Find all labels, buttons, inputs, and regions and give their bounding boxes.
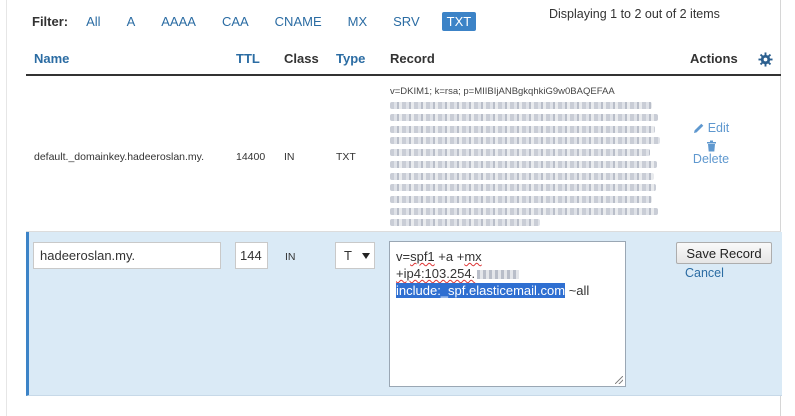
redacted-line [390, 219, 540, 227]
dns-zone-editor: Filter: All A AAAA CAA CNAME MX SRV TXT … [0, 0, 795, 416]
column-record-header: Record [390, 51, 435, 66]
redacted-line [390, 114, 658, 122]
column-name-header[interactable]: Name [34, 51, 69, 66]
table-row: default._domainkey.hadeeroslan.my. 14400… [26, 76, 781, 232]
ttl-input[interactable]: 144 [235, 242, 268, 269]
pencil-icon [693, 123, 704, 133]
type-select[interactable]: T [335, 242, 375, 269]
redacted-line [390, 160, 657, 168]
delete-button[interactable]: Delete [676, 140, 746, 166]
column-type-header[interactable]: Type [336, 51, 365, 66]
table-header: Name TTL Class Type Record Actions [26, 44, 781, 76]
redacted-line [390, 195, 652, 203]
record-type: TXT [336, 151, 356, 163]
delete-label: Delete [692, 152, 730, 166]
select-caret-icon [362, 253, 370, 259]
redacted-line [390, 184, 656, 192]
column-class-header: Class [284, 51, 319, 66]
edit-record-row: hadeeroslan.my. 144 IN T v=spf1 +a +mx +… [26, 232, 782, 396]
filter-txt[interactable]: TXT [441, 11, 477, 31]
left-border [6, 0, 7, 416]
filter-a[interactable]: A [123, 12, 140, 31]
class-value: IN [285, 251, 296, 263]
filter-aaaa[interactable]: AAAA [157, 12, 200, 31]
filter-bar: Filter: All A AAAA CAA CNAME MX SRV TXT [32, 10, 494, 32]
redacted-line [390, 137, 660, 145]
column-actions-header: Actions [690, 51, 738, 66]
record-line-2: +ip4:103.254. [396, 265, 619, 282]
redacted-line [390, 125, 655, 133]
record-textarea[interactable]: v=spf1 +a +mx +ip4:103.254. include:_spf… [389, 241, 626, 387]
record-value: v=DKIM1; k=rsa; p=MIIBIjANBgkqhkiG9w0BAQ… [390, 86, 665, 231]
record-value-prefix: v=DKIM1; k=rsa; p=MIIBIjANBgkqhkiG9w0BAQ… [390, 86, 615, 97]
filter-caa[interactable]: CAA [218, 12, 253, 31]
gear-icon[interactable] [758, 52, 773, 67]
row-actions: Edit Delete [676, 121, 746, 166]
spelling-flag: spf1 [410, 249, 435, 264]
record-ttl: 14400 [236, 151, 266, 163]
spelling-flag: mx [464, 249, 482, 264]
redacted-line [390, 172, 654, 180]
record-name: default._domainkey.hadeeroslan.my. [34, 151, 205, 163]
record-class: IN [284, 151, 295, 163]
selected-text: include:_spf.elasticemail.com [396, 283, 566, 298]
filter-srv[interactable]: SRV [389, 12, 424, 31]
type-select-value: T [344, 248, 352, 263]
redacted-ip [477, 270, 520, 280]
save-record-button[interactable]: Save Record [676, 242, 772, 264]
trash-icon [706, 140, 716, 152]
name-input[interactable]: hadeeroslan.my. [33, 242, 221, 269]
textarea-resize-handle[interactable] [615, 376, 623, 384]
record-line-1: v=spf1 +a +mx [396, 249, 482, 264]
pagination-summary: Displaying 1 to 2 out of 2 items [549, 7, 720, 21]
column-ttl-header[interactable]: TTL [236, 51, 260, 66]
redacted-line [390, 102, 652, 110]
cancel-link[interactable]: Cancel [685, 266, 724, 280]
filter-mx[interactable]: MX [344, 12, 372, 31]
edit-label: Edit [707, 121, 730, 135]
filter-all[interactable]: All [82, 12, 104, 31]
filter-cname[interactable]: CNAME [271, 12, 326, 31]
record-line-3: include:_spf.elasticemail.com ~all [396, 283, 590, 298]
edit-button[interactable]: Edit [676, 121, 746, 135]
filter-label: Filter: [32, 13, 69, 29]
redacted-line [390, 207, 658, 215]
redacted-line [390, 149, 650, 157]
